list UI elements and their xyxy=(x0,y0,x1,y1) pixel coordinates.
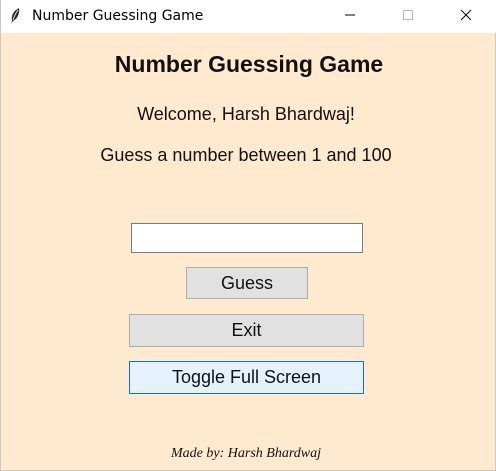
close-icon xyxy=(460,8,472,26)
minimize-button[interactable] xyxy=(327,0,373,33)
toggle-fullscreen-button[interactable]: Toggle Full Screen xyxy=(129,361,364,394)
window-title: Number Guessing Game xyxy=(32,8,204,24)
title-bar[interactable]: Number Guessing Game xyxy=(1,0,496,33)
maximize-icon xyxy=(402,8,414,26)
welcome-message: Welcome, Harsh Bhardwaj! xyxy=(137,104,355,124)
author-credit: Made by: Harsh Bhardwaj xyxy=(171,446,321,461)
page-title: Number Guessing Game xyxy=(114,51,384,77)
maximize-button[interactable] xyxy=(385,0,431,33)
guess-input[interactable] xyxy=(131,223,363,253)
app-window: Number Guessing Game Number Guessing Gam… xyxy=(0,0,496,471)
exit-button[interactable]: Exit xyxy=(129,314,364,347)
close-button[interactable] xyxy=(443,0,489,33)
guess-button[interactable]: Guess xyxy=(186,267,308,299)
instructions-text: Guess a number between 1 and 100 xyxy=(100,145,392,165)
minimize-icon xyxy=(344,8,356,26)
feather-icon xyxy=(8,7,24,25)
